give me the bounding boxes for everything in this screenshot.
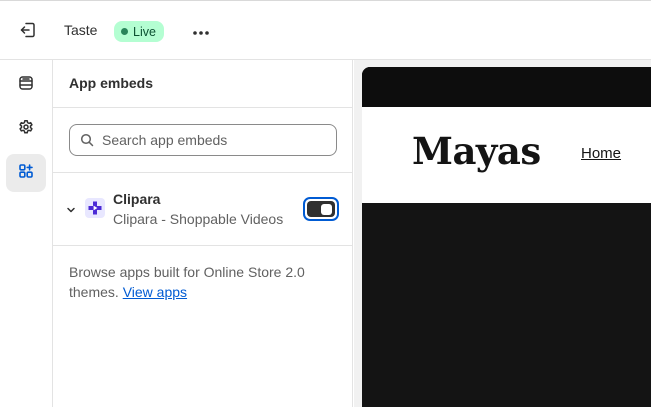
rail-item-sections[interactable] (6, 66, 46, 104)
live-dot (121, 28, 128, 35)
status-badge: Live (114, 21, 164, 42)
app-description: Clipara - Shoppable Videos (113, 211, 284, 227)
store-header: Mayas Home (362, 107, 651, 203)
toggle-track (307, 201, 335, 217)
app-embed-toggle[interactable] (303, 197, 339, 221)
store-logo[interactable]: Mayas (412, 129, 541, 173)
status-badge-label: Live (133, 24, 156, 39)
search-icon (80, 133, 94, 152)
announcement-bar (362, 67, 651, 107)
search-placeholder: Search app embeds (102, 132, 228, 148)
theme-name: Taste (64, 22, 98, 38)
toggle-knob (321, 204, 332, 215)
divider (53, 245, 353, 246)
rail-item-settings[interactable] (6, 110, 46, 148)
app-embed-row: Clipara Clipara - Shoppable Videos (53, 174, 353, 246)
clipara-app-icon (85, 198, 105, 218)
store-preview: Mayas Home (362, 67, 651, 407)
app-name: Clipara (113, 191, 161, 207)
editor-rail (0, 60, 53, 407)
exit-icon (19, 21, 37, 44)
sections-icon (18, 75, 34, 96)
more-actions-button[interactable] (188, 19, 214, 45)
panel-title: App embeds (69, 75, 154, 91)
apps-add-icon (18, 163, 34, 184)
nav-home-link[interactable]: Home (581, 145, 621, 162)
hero-section (362, 203, 651, 407)
divider (53, 172, 353, 173)
chevron-down-icon[interactable] (65, 203, 77, 221)
rail-item-app-embeds[interactable] (6, 154, 46, 192)
app-embeds-panel: App embeds Search app embeds Clipara Cli… (53, 60, 353, 407)
gear-icon (18, 119, 34, 140)
divider (53, 107, 353, 108)
view-apps-link[interactable]: View apps (123, 284, 187, 300)
top-bar: Taste Live (0, 0, 651, 60)
more-horizontal-icon (192, 23, 210, 41)
browse-apps-text: Browse apps built for Online Store 2.0 t… (69, 262, 339, 302)
exit-button[interactable] (14, 19, 42, 45)
search-input[interactable]: Search app embeds (69, 124, 337, 156)
